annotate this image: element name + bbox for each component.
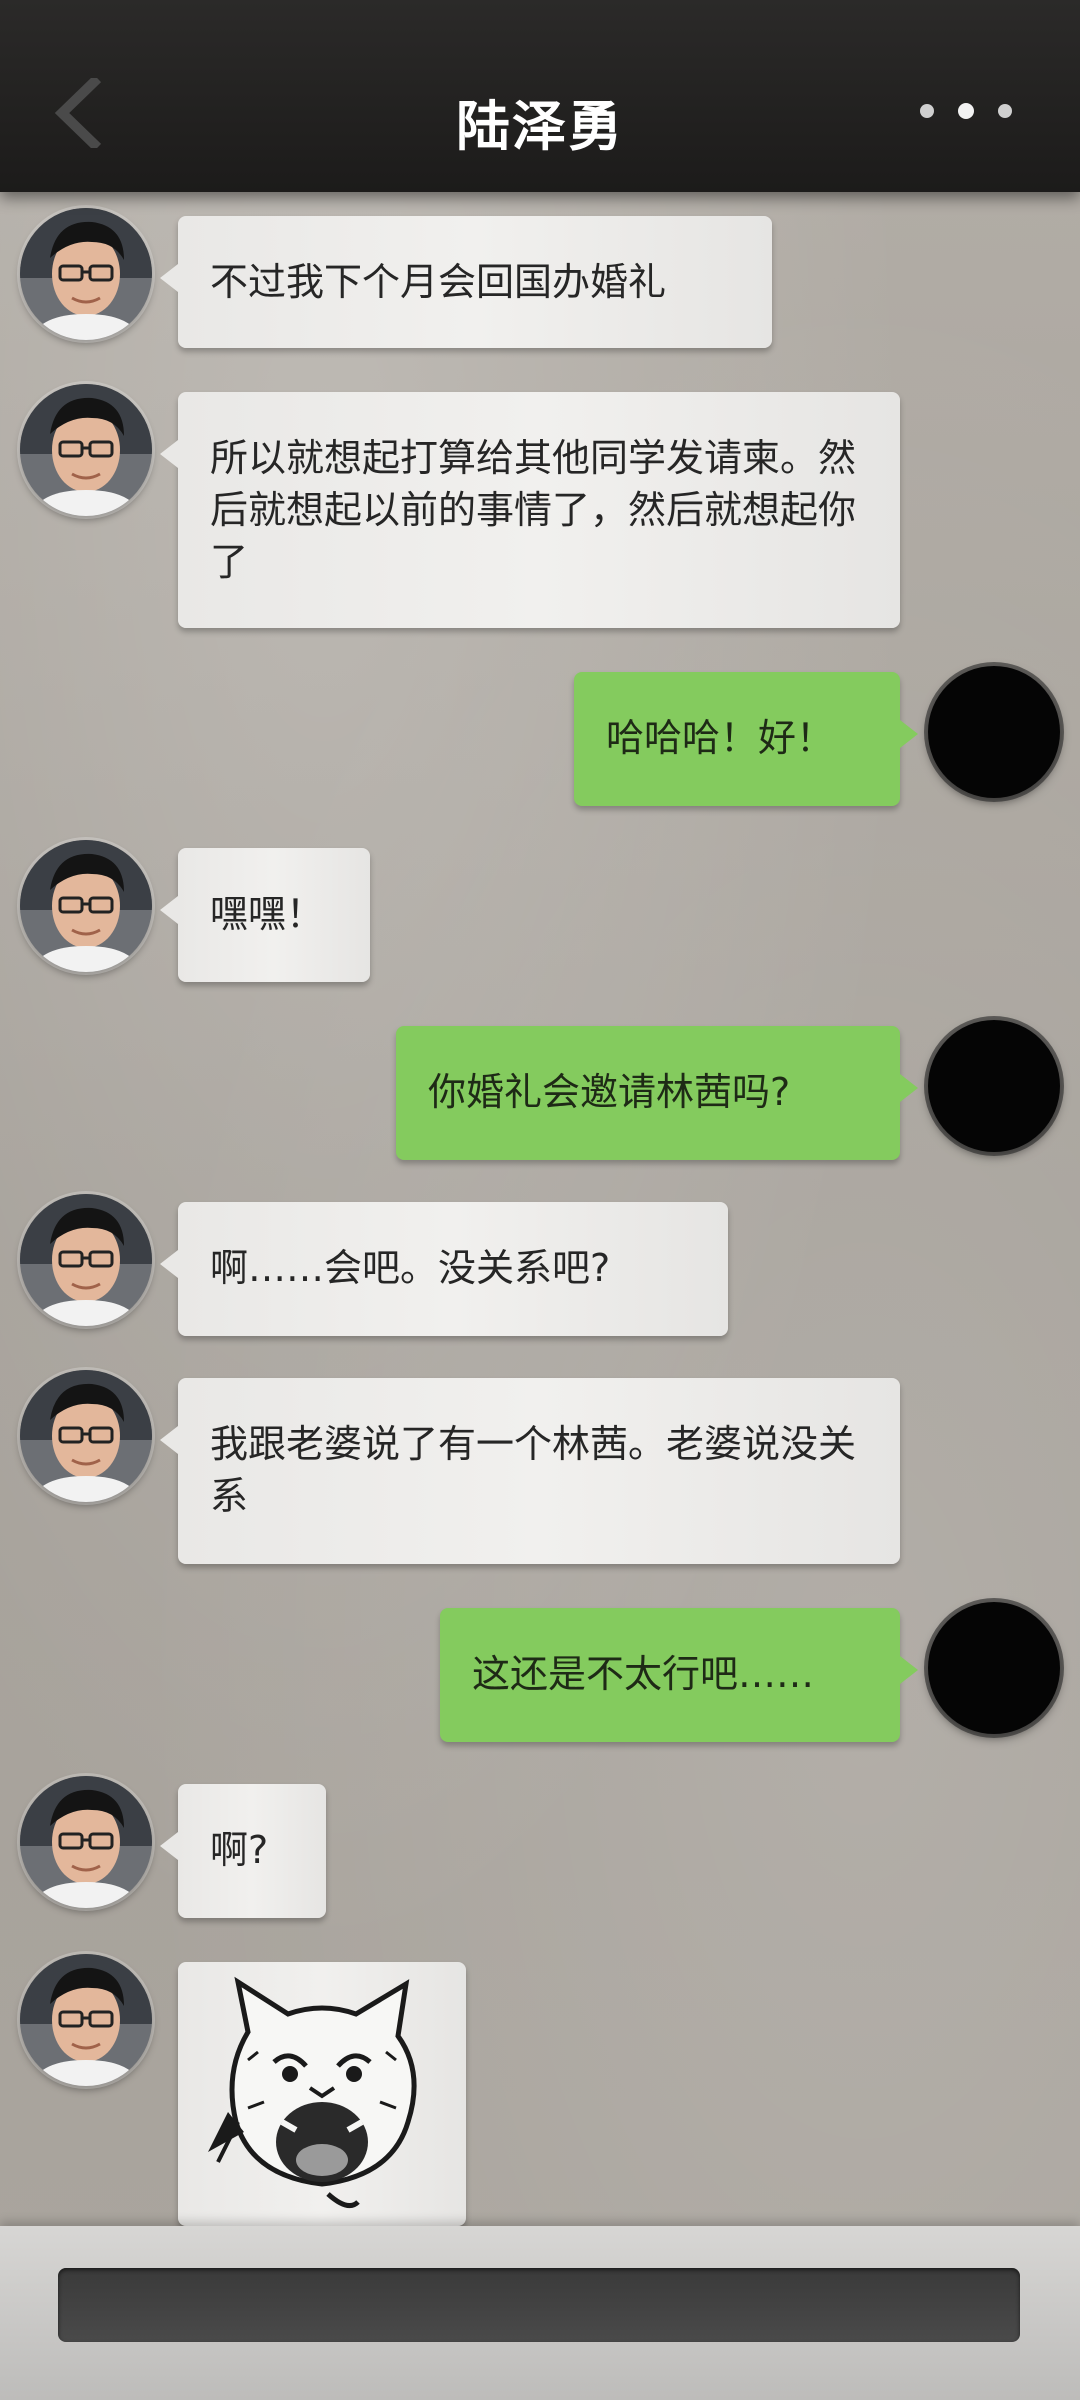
contact-avatar[interactable]	[20, 384, 152, 516]
more-dot	[920, 104, 934, 118]
message-text: 哈哈哈！好！	[606, 716, 835, 760]
message-text: 所以就想起打算给其他同学发请柬。然后就想起以前的事情了，然后就想起你了	[210, 436, 857, 584]
message-input[interactable]	[58, 2268, 1020, 2342]
message-bubble-incoming[interactable]: 不过我下个月会回国办婚礼	[160, 216, 772, 348]
message-text: 不过我下个月会回国办婚礼	[210, 260, 667, 304]
message-bubble-incoming[interactable]: 所以就想起打算给其他同学发请柬。然后就想起以前的事情了，然后就想起你了	[160, 392, 900, 628]
message-bubble-outgoing[interactable]: 哈哈哈！好！	[574, 672, 918, 806]
contact-avatar[interactable]	[20, 1954, 152, 2086]
message-bubble-incoming[interactable]: 我跟老婆说了有一个林茜。老婆说没关系	[160, 1378, 900, 1564]
message-text: 啊?	[210, 1828, 269, 1872]
message-text: 我跟老婆说了有一个林茜。老婆说没关系	[210, 1422, 857, 1518]
input-bar	[0, 2226, 1080, 2400]
message-sticker[interactable]	[178, 1962, 466, 2226]
message-bubble-incoming[interactable]: 啊?	[160, 1784, 326, 1918]
contact-avatar[interactable]	[20, 840, 152, 972]
more-button[interactable]	[920, 103, 1020, 124]
contact-avatar[interactable]	[20, 208, 152, 340]
chat-header: 陆泽勇	[0, 0, 1080, 192]
message-bubble-outgoing[interactable]: 你婚礼会邀请林茜吗?	[396, 1026, 918, 1160]
screaming-cat-sticker	[208, 1976, 417, 2209]
contact-avatar[interactable]	[20, 1370, 152, 1502]
message-text: 这还是不太行吧……	[472, 1652, 815, 1696]
more-dot	[998, 104, 1012, 118]
message-text: 啊……会吧。没关系吧?	[210, 1246, 611, 1290]
self-avatar[interactable]	[928, 1602, 1060, 1734]
message-bubble-incoming[interactable]: 嘿嘿！	[160, 848, 370, 982]
message-bubble-outgoing[interactable]: 这还是不太行吧……	[440, 1608, 918, 1742]
self-avatar[interactable]	[928, 666, 1060, 798]
more-dot	[958, 103, 974, 119]
chat-background	[0, 0, 1080, 2400]
page-title: 陆泽勇	[456, 94, 624, 158]
message-text: 你婚礼会邀请林茜吗?	[428, 1070, 791, 1114]
message-text: 嘿嘿！	[210, 892, 325, 936]
message-bubble-incoming[interactable]: 啊……会吧。没关系吧?	[160, 1202, 728, 1336]
contact-avatar[interactable]	[20, 1776, 152, 1908]
self-avatar[interactable]	[928, 1020, 1060, 1152]
contact-avatar[interactable]	[20, 1194, 152, 1326]
